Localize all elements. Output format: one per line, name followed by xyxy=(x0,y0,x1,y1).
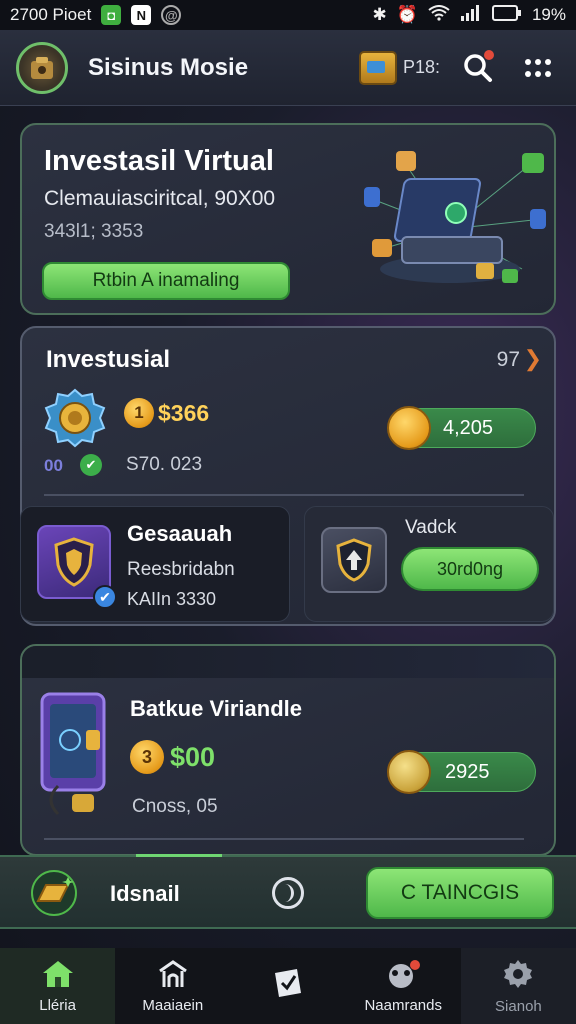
gear-coin-icon xyxy=(44,388,106,448)
hero-subtitle: Clemauiasciritcal, 90X00 xyxy=(44,187,276,210)
dock-accent xyxy=(136,854,222,857)
check-icon: ✔ xyxy=(80,454,102,476)
nav-item-market[interactable]: Maaiaein xyxy=(115,948,230,1024)
notification-dot xyxy=(484,49,494,60)
investments-title: Investusial xyxy=(46,346,171,373)
divider xyxy=(44,838,524,840)
action-dock: Idsnail C TAINCGIS xyxy=(0,854,576,929)
investment-balance-pill[interactable]: 4,205 xyxy=(387,406,536,450)
battery-icon xyxy=(491,4,522,26)
investment-pill-value: 4,205 xyxy=(443,416,494,439)
coin-icon: 3 xyxy=(130,740,164,774)
chevron-right-icon[interactable]: ❯ xyxy=(524,346,542,372)
security-panel-title: Gesaauah xyxy=(127,521,233,546)
gear-icon xyxy=(504,959,533,988)
wallet-widget[interactable]: P18: xyxy=(358,50,440,85)
nav-item-rewards[interactable]: Naamrands xyxy=(346,948,461,1024)
divider xyxy=(44,494,524,496)
bottom-navigation: Lléria Maaiaein Naamrands Sianoh xyxy=(0,948,576,1024)
bank-balance-pill[interactable]: 2925 xyxy=(387,750,536,794)
hero-meta: 343l1; 3353 xyxy=(44,221,144,242)
alarm-icon: ⏰ xyxy=(396,5,418,24)
hero-action-button[interactable]: Rtbin A inamaling xyxy=(42,262,290,300)
security-panel-subtitle: Reesbridabn xyxy=(127,559,235,580)
bank-subtitle: Cnoss, 05 xyxy=(132,796,218,817)
investment-tag: 00 xyxy=(44,456,63,475)
vault-shield-icon xyxy=(321,527,387,593)
search-button[interactable] xyxy=(456,46,500,90)
star-coin-icon xyxy=(387,750,431,794)
laptop-network-illustration xyxy=(364,151,546,283)
dock-action-button[interactable]: C TAINCGIS xyxy=(366,867,554,919)
vault-action-button[interactable]: 30rd0ng xyxy=(401,547,539,591)
bank-amount-value: $00 xyxy=(170,741,216,772)
nav-label: Maaiaein xyxy=(142,996,204,1014)
building-icon xyxy=(158,959,187,987)
bank-pill-value: 2925 xyxy=(445,760,490,783)
dock-label: Idsnail xyxy=(110,881,180,906)
bank-card: Batkue Viriandle 3 $00 Cnoss, 05 2925 xyxy=(20,644,556,856)
news-app-icon: N xyxy=(131,5,152,25)
check-card-icon xyxy=(275,969,301,997)
battery-percent: 19% xyxy=(531,5,566,24)
hero-title: Investasil Virtual xyxy=(44,145,274,177)
verified-check-icon: ✔ xyxy=(93,585,117,609)
coin-bag-icon xyxy=(387,406,431,450)
bank-amount: 3 $00 xyxy=(130,740,215,774)
clock-icon[interactable] xyxy=(272,877,304,909)
nav-item-settings[interactable]: Sianoh xyxy=(460,948,576,1024)
home-icon xyxy=(42,960,73,987)
messaging-app-icon: ◘ xyxy=(101,5,122,25)
nav-label: Sianoh xyxy=(495,997,542,1015)
bluetooth-icon: ✱ xyxy=(372,5,387,24)
nav-item-home[interactable]: Lléria xyxy=(0,948,116,1024)
wifi-icon xyxy=(428,4,450,26)
wallet-label: P18: xyxy=(402,57,440,77)
nav-item-tasks[interactable] xyxy=(230,948,345,1024)
app-bar: Sisinus Mosie P18: xyxy=(0,30,576,106)
gold-bar-icon xyxy=(31,870,77,916)
coin-icon: 1 xyxy=(124,398,154,428)
status-bar: 2700 Pioet ◘ N @ ✱ ⏰ 19% xyxy=(0,0,576,30)
bank-title: Batkue Viriandle xyxy=(130,696,302,721)
app-title: Sisinus Mosie xyxy=(88,53,249,81)
vault-panel: Vadck 30rd0ng xyxy=(304,506,554,622)
signal-icon xyxy=(460,4,482,26)
security-panel-meta: KAIIn 3330 xyxy=(127,589,217,609)
grid-menu-icon xyxy=(525,58,551,77)
gift-icon xyxy=(389,959,421,988)
bank-card-header-band xyxy=(22,646,554,678)
app-logo-icon[interactable] xyxy=(16,41,68,94)
more-menu-button[interactable] xyxy=(516,46,560,90)
smartphone-icon xyxy=(40,692,106,816)
security-panel[interactable]: ✔ Gesaauah Reesbridabn KAIIn 3330 xyxy=(20,506,290,622)
investment-amount-value: $366 xyxy=(158,399,210,426)
status-time: 2700 Pioet xyxy=(10,5,92,24)
nav-label: Lléria xyxy=(39,996,76,1014)
treasure-chest-icon xyxy=(358,50,397,85)
investment-amount: 1 $366 xyxy=(124,398,209,428)
investments-count: 97 xyxy=(496,348,520,371)
vault-panel-title: Vadck xyxy=(405,517,457,538)
investment-sub-value: S70. 023 xyxy=(126,454,203,475)
at-sign-icon: @ xyxy=(161,5,182,25)
nav-label: Naamrands xyxy=(364,996,442,1014)
investments-card: Investusial 97 ❯ 1 $366 00 ✔ S70. 023 4,… xyxy=(20,326,556,626)
virtual-investment-card[interactable]: Investasil Virtual Clemauiasciritcal, 90… xyxy=(20,123,556,315)
